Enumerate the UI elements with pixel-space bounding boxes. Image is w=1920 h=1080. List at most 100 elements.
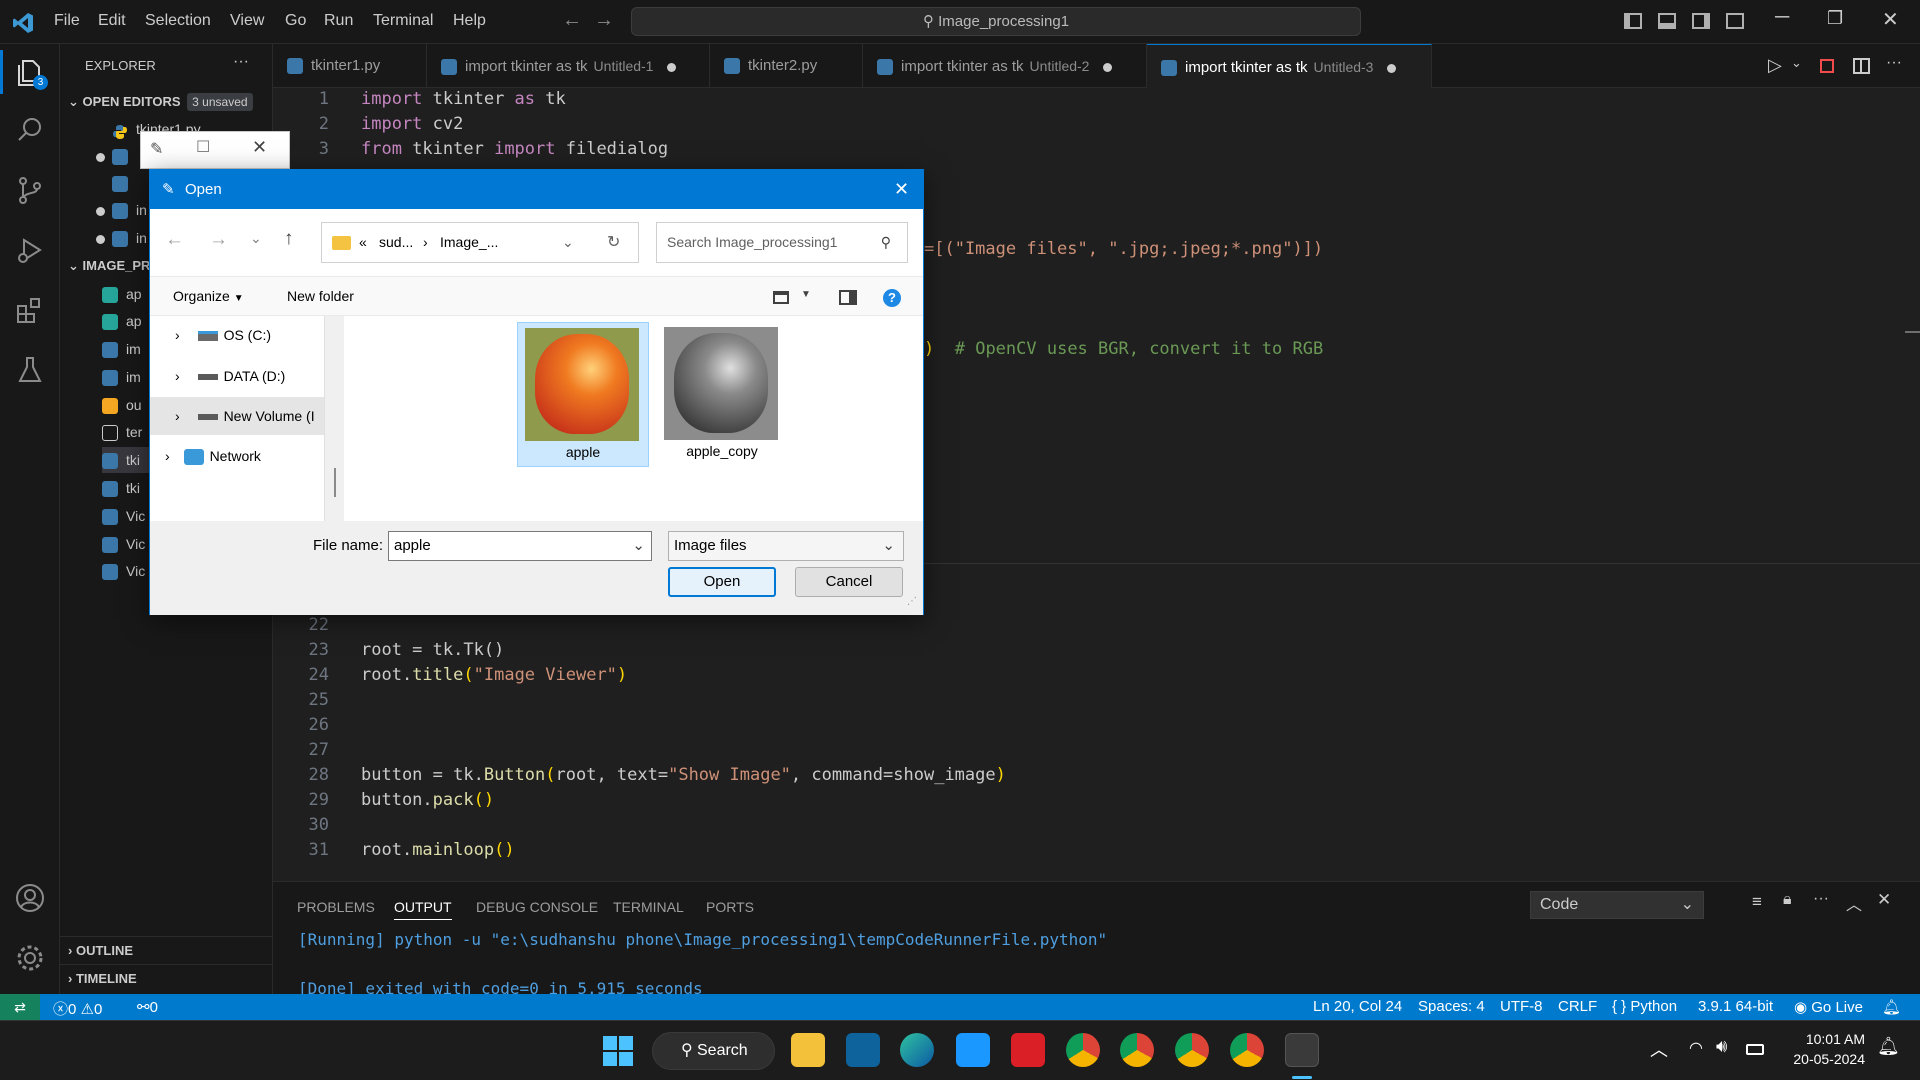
source-control-icon[interactable] (14, 174, 46, 206)
encoding[interactable]: UTF-8 (1500, 998, 1543, 1015)
toggle-sidebar-icon[interactable] (1624, 13, 1642, 29)
line-ending[interactable]: CRLF (1558, 998, 1597, 1015)
taskbar-search[interactable]: ⚲ Search (652, 1032, 775, 1070)
tree-scrollbar[interactable] (334, 468, 336, 497)
tab-untitled-3[interactable]: import tkinter as tk Untitled-3 (1147, 44, 1432, 88)
chrome-icon[interactable] (1230, 1033, 1264, 1067)
output-channel-select[interactable]: Code ⌄ (1530, 891, 1704, 919)
panel-tab-debug-console[interactable]: DEBUG CONSOLE (476, 899, 598, 915)
path-segment[interactable]: sud... (379, 223, 413, 262)
problems-indicator[interactable]: ⓧ0 ⚠0 (53, 998, 102, 1019)
panel-tab-problems[interactable]: PROBLEMS (297, 899, 375, 915)
python-interpreter[interactable]: 3.9.1 64-bit (1698, 998, 1773, 1015)
timeline-header[interactable]: › TIMELINE (68, 966, 281, 992)
windows-start-icon[interactable] (603, 1036, 633, 1066)
edge-icon[interactable] (900, 1033, 934, 1067)
command-center[interactable]: ⚲ Image_processing1 (631, 7, 1361, 36)
extensions-icon[interactable] (14, 294, 46, 326)
tk-root-window[interactable]: ✎ ☐ ✕ (140, 131, 290, 169)
language-mode[interactable]: { } Python (1612, 998, 1677, 1015)
testing-icon[interactable] (14, 354, 46, 386)
split-editor-icon[interactable] (1853, 58, 1870, 74)
organize-button[interactable]: Organize ▼ (173, 288, 244, 304)
vscode-icon[interactable] (846, 1033, 880, 1067)
open-button[interactable]: Open (668, 567, 776, 597)
forward-arrow-icon[interactable]: → (594, 9, 614, 32)
chevron-down-icon[interactable]: ⌄ (632, 532, 645, 560)
run-play-icon[interactable]: ▷ (1768, 55, 1782, 76)
back-arrow-icon[interactable]: ← (165, 229, 184, 251)
notification-icon[interactable]: 🔔︎ (1877, 1036, 1900, 1057)
bell-icon[interactable]: 🔔︎ (1882, 998, 1901, 1016)
creative-cloud-icon[interactable] (1011, 1033, 1045, 1067)
help-icon[interactable]: ? (883, 289, 901, 307)
prime-video-icon[interactable] (956, 1033, 990, 1067)
stop-icon[interactable] (1820, 59, 1834, 73)
forward-arrow-icon[interactable]: → (209, 229, 228, 251)
menu-run[interactable]: Run (324, 12, 353, 30)
chevron-down-icon[interactable]: ▼ (801, 289, 811, 300)
refresh-icon[interactable]: ↻ (607, 223, 620, 262)
accounts-icon[interactable] (14, 882, 46, 914)
recent-locations-icon[interactable]: ⌄ (250, 230, 262, 247)
back-arrow-icon[interactable]: ← (562, 9, 582, 32)
open-editors-header[interactable]: ⌄ OPEN EDITORS 3 unsaved (68, 89, 281, 115)
cursor-position[interactable]: Ln 20, Col 24 (1313, 998, 1402, 1015)
chrome-icon[interactable] (1120, 1033, 1154, 1067)
explorer-icon[interactable]: 3 (14, 56, 48, 90)
panel-tab-ports[interactable]: PORTS (706, 899, 754, 915)
up-arrow-icon[interactable]: ↑ (284, 228, 294, 250)
menu-file[interactable]: File (54, 12, 80, 30)
tab-untitled-1[interactable]: import tkinter as tk Untitled-1 (427, 44, 710, 88)
clear-output-icon[interactable]: ≡ (1752, 892, 1762, 912)
panel-tab-terminal[interactable]: TERMINAL (613, 899, 684, 915)
battery-icon[interactable] (1746, 1044, 1764, 1055)
menu-terminal[interactable]: Terminal (373, 12, 433, 30)
maximize-panel-icon[interactable]: ︿ (1846, 891, 1862, 915)
more-actions-icon[interactable]: ··· (1886, 54, 1902, 72)
dialog-search-input[interactable]: Search Image_processing1 ⚲ (656, 222, 908, 263)
outline-header[interactable]: › OUTLINE (68, 938, 281, 964)
run-dropdown-icon[interactable]: ⌄ (1791, 55, 1802, 71)
maximize-icon[interactable]: ☐ (196, 137, 210, 157)
more-actions-icon[interactable]: ··· (1813, 890, 1829, 908)
chevron-down-icon[interactable]: ⌄ (562, 223, 574, 262)
chrome-icon[interactable] (1066, 1033, 1100, 1067)
file-item-apple-copy[interactable]: apple_copy (657, 322, 789, 467)
close-icon[interactable]: ✕ (252, 137, 267, 158)
close-panel-icon[interactable]: ✕ (1877, 890, 1891, 910)
gear-icon[interactable] (14, 942, 46, 974)
minimap-slider[interactable] (1905, 331, 1920, 333)
go-live-button[interactable]: ◉ Go Live (1794, 998, 1863, 1016)
chrome-icon[interactable] (1175, 1033, 1209, 1067)
preview-pane-icon[interactable] (839, 290, 857, 305)
file-type-select[interactable]: Image files ⌄ (668, 531, 904, 561)
chevron-up-icon[interactable]: ︿ (1650, 1036, 1668, 1062)
toggle-panel-icon[interactable] (1658, 13, 1676, 29)
file-explorer-icon[interactable] (791, 1033, 825, 1067)
tree-item-data-d[interactable]: › DATA (D:) (150, 357, 325, 395)
restore-icon[interactable]: ❐ (1827, 8, 1843, 29)
address-bar[interactable]: « sud... › Image_... ⌄ ↻ (321, 222, 639, 263)
toggle-secondary-sidebar-icon[interactable] (1692, 13, 1710, 29)
customize-layout-icon[interactable] (1726, 13, 1744, 29)
run-debug-icon[interactable] (14, 234, 46, 266)
tab-untitled-2[interactable]: import tkinter as tk Untitled-2 (863, 44, 1147, 88)
minimize-icon[interactable]: ─ (1775, 6, 1789, 29)
tree-item-new-volume[interactable]: › New Volume (I (150, 397, 324, 435)
tree-item-network[interactable]: › Network (150, 437, 325, 475)
volume-icon[interactable]: 🔊︎ (1716, 1036, 1727, 1057)
lock-icon[interactable]: 🔒︎ (1783, 891, 1792, 909)
resize-grip-icon[interactable]: ⋰ (907, 596, 917, 607)
clock[interactable]: 10:01 AM 20-05-2024 (1783, 1029, 1865, 1069)
indentation[interactable]: Spaces: 4 (1418, 998, 1485, 1015)
file-item-apple[interactable]: apple (517, 322, 649, 467)
ports-indicator[interactable]: ⚯0 (137, 998, 158, 1016)
menu-go[interactable]: Go (285, 12, 306, 30)
close-icon[interactable]: ✕ (1882, 7, 1899, 32)
python-app-icon[interactable] (1285, 1033, 1319, 1067)
menu-selection[interactable]: Selection (145, 12, 211, 30)
menu-edit[interactable]: Edit (98, 12, 126, 30)
tree-item-os-c[interactable]: › OS (C:) (150, 316, 325, 354)
menu-view[interactable]: View (230, 12, 264, 30)
